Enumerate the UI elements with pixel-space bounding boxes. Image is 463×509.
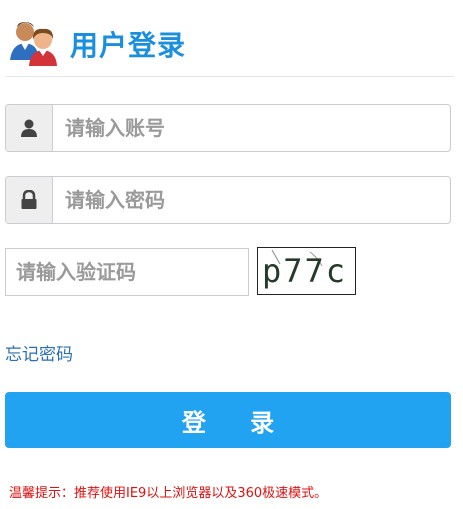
- username-input[interactable]: [53, 105, 450, 151]
- login-header: 用户登录: [6, 18, 454, 77]
- captcha-input[interactable]: [5, 248, 249, 296]
- password-addon: [6, 177, 53, 223]
- forgot-password-link[interactable]: 忘记密码: [5, 340, 73, 365]
- captcha-text: p77c: [262, 252, 348, 290]
- lock-icon: [21, 190, 37, 209]
- captcha-image[interactable]: p77c: [257, 247, 356, 295]
- username-field-group: [5, 104, 451, 152]
- page-title: 用户登录: [70, 29, 187, 62]
- browser-tip: 温馨提示：推荐使用IE9以上浏览器以及360极速模式。: [9, 486, 328, 501]
- username-addon: [6, 105, 53, 151]
- user-icon: [21, 119, 37, 137]
- password-input[interactable]: [53, 177, 450, 223]
- users-icon: [10, 22, 57, 66]
- login-button[interactable]: 登 录: [5, 392, 451, 448]
- password-field-group: [5, 176, 451, 224]
